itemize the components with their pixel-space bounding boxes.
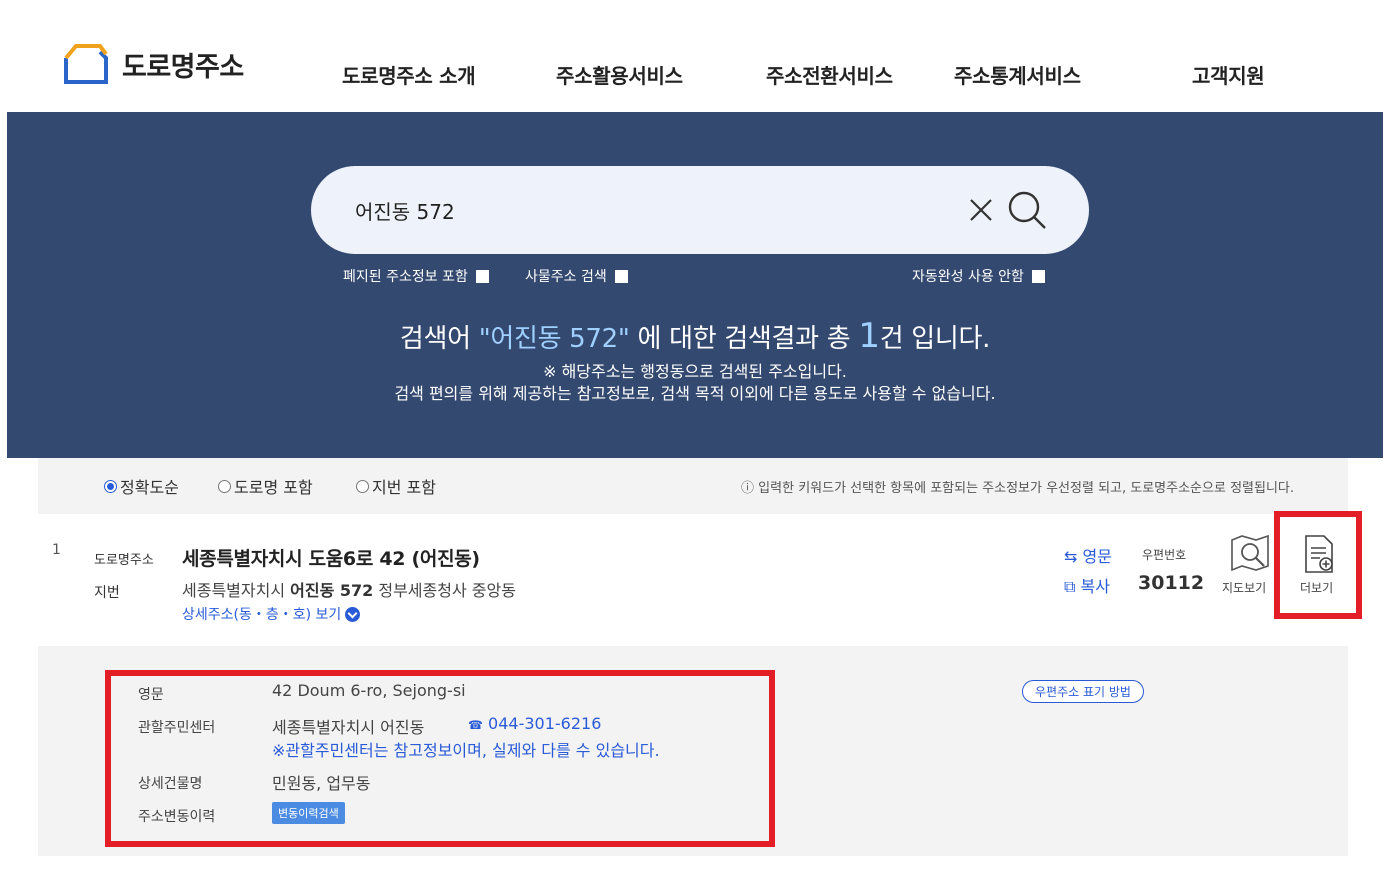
- option-no-autocomplete[interactable]: 자동완성 사용 안함: [912, 266, 1045, 286]
- copy-icon: ⧉: [1064, 577, 1076, 596]
- checkbox-object-address[interactable]: [614, 269, 628, 283]
- site-logo[interactable]: 도로명주소: [62, 42, 244, 86]
- nav-utilization[interactable]: 주소활용서비스: [556, 60, 683, 89]
- search-icon[interactable]: [1005, 188, 1049, 232]
- map-search-icon[interactable]: [1228, 534, 1272, 574]
- sort-bar: 정확도순 도로명 포함 지번 포함 ⓘ 입력한 키워드가 선택한 항목에 포함되…: [38, 458, 1348, 514]
- road-address-label: 도로명주소: [94, 553, 154, 568]
- search-banner: 폐지된 주소정보 포함 사물주소 검색 자동완성 사용 안함 검색어 "어진동 …: [7, 112, 1383, 458]
- sort-road-name[interactable]: 도로명 포함: [218, 474, 313, 498]
- nav-intro[interactable]: 도로명주소 소개: [342, 60, 476, 89]
- radio-icon: [356, 479, 369, 493]
- option-closed-address[interactable]: 폐지된 주소정보 포함: [343, 266, 489, 286]
- sort-note: ⓘ 입력한 키워드가 선택한 항목에 포함되는 주소정보가 우선정렬 되고, 도…: [741, 481, 1294, 496]
- nav-conversion[interactable]: 주소전환서비스: [766, 60, 893, 89]
- jibun-address: 세종특별자치시 어진동 572 정부세종청사 중앙동: [182, 581, 516, 600]
- map-view-label[interactable]: 지도보기: [1222, 579, 1266, 596]
- nav-support[interactable]: 고객지원: [1192, 60, 1265, 89]
- chevron-down-icon: [345, 606, 361, 622]
- checkbox-closed-address[interactable]: [475, 269, 489, 283]
- search-box: [311, 166, 1089, 254]
- highlight-box-detail: [105, 670, 775, 847]
- result-summary: 검색어 "어진동 572" 에 대한 검색결과 총 1건 입니다.: [399, 316, 991, 356]
- jibun-label: 지번: [94, 585, 120, 601]
- sort-accuracy[interactable]: 정확도순: [104, 474, 179, 498]
- english-button[interactable]: ⇆ 영문: [1064, 543, 1112, 567]
- search-input[interactable]: [355, 190, 915, 230]
- zip-method-button[interactable]: 우편주소 표기 방법: [1022, 680, 1144, 703]
- logo-text: 도로명주소: [122, 51, 244, 83]
- result-note-admin: ※ 해당주소는 행정동으로 검색된 주소입니다.: [543, 362, 847, 381]
- radio-icon: [218, 479, 231, 493]
- checkbox-no-autocomplete[interactable]: [1031, 269, 1045, 283]
- house-logo-icon: [64, 44, 108, 84]
- highlight-box-more: [1274, 511, 1362, 619]
- nav-statistics[interactable]: 주소통계서비스: [954, 60, 1081, 89]
- sort-jibun[interactable]: 지번 포함: [356, 474, 436, 498]
- result-note-usage: 검색 편의를 위해 제공하는 참고정보로, 검색 목적 이외에 다른 용도로 사…: [394, 384, 996, 403]
- detail-address-link[interactable]: 상세주소(동・층・호) 보기: [182, 604, 361, 624]
- site-header: 도로명주소 도로명주소 소개 주소활용서비스 주소전환서비스 주소통계서비스 고…: [0, 0, 1390, 112]
- clear-icon[interactable]: [965, 194, 997, 226]
- option-object-address[interactable]: 사물주소 검색: [525, 266, 628, 286]
- zip-label: 우편번호: [1142, 548, 1187, 562]
- radio-selected-icon: [104, 479, 117, 493]
- result-index: 1: [52, 542, 61, 558]
- road-address: 세종특별자치시 도움6로 42 (어진동): [182, 548, 480, 570]
- swap-arrows-icon: ⇆: [1064, 547, 1078, 566]
- zip-code: 30112: [1138, 572, 1205, 594]
- copy-button[interactable]: ⧉ 복사: [1064, 573, 1110, 597]
